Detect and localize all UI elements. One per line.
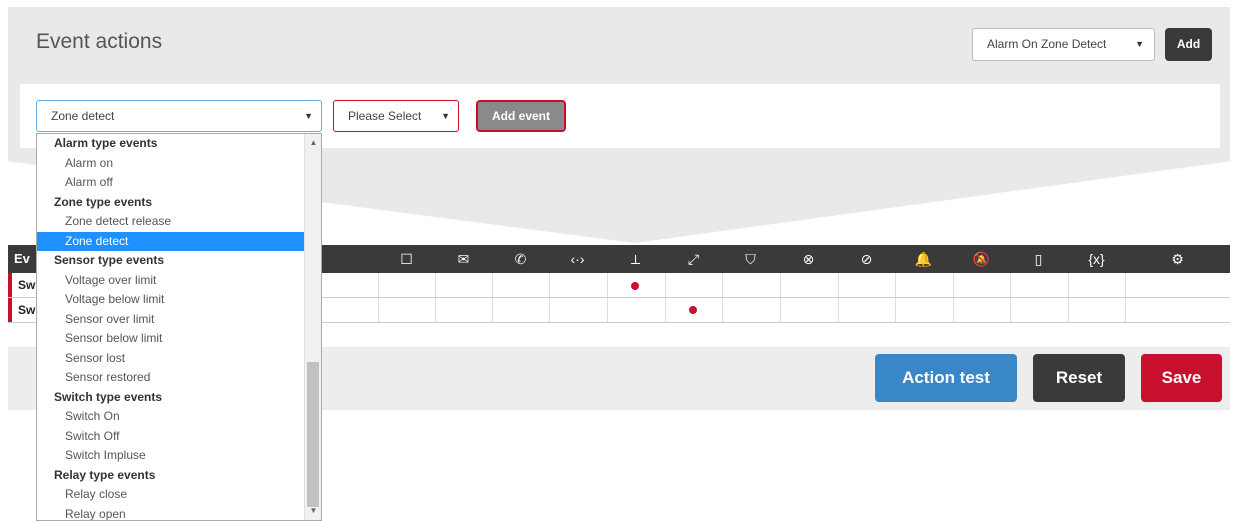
dropdown-group-label: Switch type events — [54, 389, 163, 404]
bell-icon[interactable]: 🔔 — [895, 245, 952, 273]
dropdown-option[interactable]: Sensor over limit — [37, 310, 321, 330]
grid-divider — [378, 298, 379, 322]
dropdown-scrollbar[interactable]: ▲ ▼ — [304, 134, 321, 520]
dropdown-option[interactable]: Alarm off — [37, 173, 321, 193]
dropdown-group-label: Alarm type events — [54, 136, 158, 150]
add-event-button[interactable]: Add event — [476, 100, 566, 132]
grid-divider — [1125, 273, 1126, 297]
dropdown-option[interactable]: Zone detect — [37, 231, 321, 251]
chevron-down-icon: ▼ — [1135, 39, 1144, 49]
chevron-down-icon: ▼ — [304, 111, 313, 121]
row-label: Sw — [18, 303, 36, 317]
phone-icon[interactable]: ✆ — [492, 245, 549, 273]
dropdown-group-label: Sensor type events — [54, 253, 165, 267]
settings-icon[interactable]: ⚙ — [1125, 245, 1230, 273]
scroll-up-icon[interactable]: ▲ — [305, 136, 321, 150]
action-test-button[interactable]: Action test — [875, 354, 1017, 402]
event-select[interactable]: Zone detect ▼ — [36, 100, 322, 132]
add-action-button[interactable]: Add — [1165, 28, 1212, 61]
event-column-header: Ev — [14, 251, 30, 266]
row-marker — [8, 273, 12, 297]
grid-divider — [838, 273, 839, 297]
grid-divider — [549, 273, 550, 297]
save-button[interactable]: Save — [1141, 354, 1222, 402]
reset-button[interactable]: Reset — [1033, 354, 1125, 402]
grid-divider — [378, 273, 379, 297]
dropdown-option[interactable]: Voltage below limit — [37, 290, 321, 310]
dropdown-option[interactable]: Switch Off — [37, 427, 321, 447]
grid-divider — [549, 298, 550, 322]
dropdown-option[interactable]: Relay close — [37, 485, 321, 505]
relay-open-icon[interactable]: ⟂ — [607, 245, 664, 273]
dropdown-option[interactable]: Alarm on — [37, 154, 321, 174]
grid-divider — [492, 273, 493, 297]
page-title: Event actions — [36, 30, 163, 53]
event-dropdown-list[interactable]: Alarm type events Alarm on Alarm off Zone t… — [36, 133, 322, 521]
grid-divider — [607, 298, 608, 322]
code-icon[interactable]: ‹·› — [549, 245, 606, 273]
grid-divider — [1068, 273, 1069, 297]
grid-divider — [953, 298, 954, 322]
condition-select-value: Please Select — [348, 109, 422, 123]
dropdown-option[interactable]: Sensor restored — [37, 368, 321, 388]
dropdown-option[interactable]: Voltage over limit — [37, 271, 321, 291]
mobile-icon[interactable]: ▯ — [1010, 245, 1067, 273]
dropdown-group-label: Zone type events — [54, 194, 153, 209]
grid-divider — [895, 273, 896, 297]
scroll-thumb[interactable] — [307, 362, 319, 507]
dropdown-option[interactable]: Relay open — [37, 505, 321, 521]
grid-divider — [435, 273, 436, 297]
grid-divider — [1068, 298, 1069, 322]
dropdown-group-label: Relay type events — [54, 467, 156, 482]
dropdown-option[interactable]: Sensor below limit — [37, 329, 321, 349]
shield-check-icon[interactable]: ⛉ — [722, 245, 779, 273]
grid-divider — [895, 298, 896, 322]
grid-divider — [722, 273, 723, 297]
dropdown-option[interactable]: Sensor lost — [37, 349, 321, 369]
grid-divider — [722, 298, 723, 322]
grid-divider — [780, 298, 781, 322]
grid-divider — [1125, 298, 1126, 322]
shield-x-icon[interactable]: ⊗ — [780, 245, 837, 273]
row-marker — [8, 298, 12, 322]
chevron-down-icon: ▼ — [441, 111, 450, 121]
scroll-down-icon[interactable]: ▼ — [305, 504, 321, 518]
grid-divider — [953, 273, 954, 297]
dropdown-option[interactable]: Switch Impluse — [37, 446, 321, 466]
grid-divider — [665, 273, 666, 297]
condition-select[interactable]: Please Select ▼ — [333, 100, 459, 132]
relay-close-icon[interactable]: ⤢ — [665, 245, 722, 273]
grid-divider — [838, 298, 839, 322]
grid-divider — [780, 273, 781, 297]
bell-off-icon[interactable]: 🔕 — [953, 245, 1010, 273]
shield-disarm-icon[interactable]: ⊘ — [838, 245, 895, 273]
grid-divider — [435, 298, 436, 322]
grid-divider — [665, 298, 666, 322]
variable-icon[interactable]: {x} — [1068, 245, 1125, 273]
action-select[interactable]: Alarm On Zone Detect ▼ — [972, 28, 1155, 61]
message-icon[interactable]: ☐ — [378, 245, 435, 273]
action-select-value: Alarm On Zone Detect — [987, 37, 1107, 51]
email-icon[interactable]: ✉ — [435, 245, 492, 273]
row-label: Sw — [18, 278, 36, 292]
dropdown-option[interactable]: Zone detect release — [37, 212, 321, 232]
grid-divider — [607, 273, 608, 297]
action-active-dot[interactable] — [631, 282, 639, 290]
event-select-value: Zone detect — [51, 109, 115, 123]
grid-divider — [1010, 273, 1011, 297]
dropdown-option[interactable]: Switch On — [37, 407, 321, 427]
action-active-dot[interactable] — [689, 306, 697, 314]
grid-divider — [492, 298, 493, 322]
grid-divider — [1010, 298, 1011, 322]
